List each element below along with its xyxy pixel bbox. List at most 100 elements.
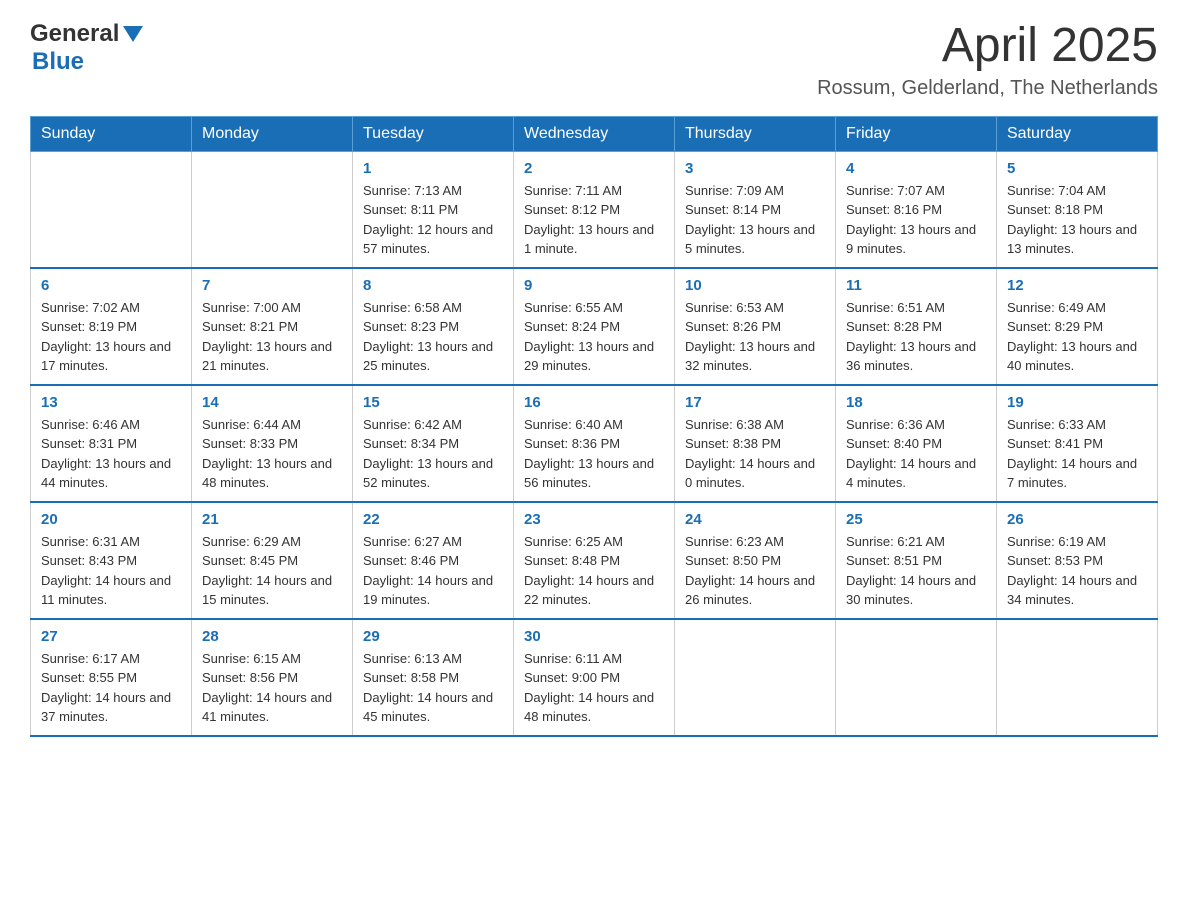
calendar-cell: 5Sunrise: 7:04 AM Sunset: 8:18 PM Daylig… — [997, 151, 1158, 268]
header-friday: Friday — [836, 116, 997, 151]
calendar-cell — [192, 151, 353, 268]
page-header: General Blue April 2025 Rossum, Gelderla… — [30, 20, 1158, 100]
day-info: Sunrise: 7:11 AM Sunset: 8:12 PM Dayligh… — [524, 181, 664, 259]
day-number: 8 — [363, 277, 503, 294]
day-number: 20 — [41, 511, 181, 528]
calendar-cell: 4 Sunrise: 7:07 AM Sunset: 8:16 PM Daylig… — [836, 151, 997, 268]
day-number: 1 — [363, 160, 503, 177]
day-number: 3 — [685, 160, 825, 177]
day-number: 25 — [846, 511, 986, 528]
day-number: 24 — [685, 511, 825, 528]
header-wednesday: Wednesday — [514, 116, 675, 151]
calendar-cell: 26Sunrise: 6:19 AM Sunset: 8:53 PM Dayli… — [997, 502, 1158, 619]
logo-blue-text: Blue — [32, 48, 84, 76]
day-info: Sunrise: 6:23 AM Sunset: 8:50 PM Dayligh… — [685, 532, 825, 610]
day-number: 30 — [524, 628, 664, 645]
day-number: 2 — [524, 160, 664, 177]
day-number: 29 — [363, 628, 503, 645]
calendar-cell: 23 Sunrise: 6:25 AM Sunset: 8:48 PM Dayli… — [514, 502, 675, 619]
day-info: Sunrise: 6:27 AM Sunset: 8:46 PM Dayligh… — [363, 532, 503, 610]
logo: General Blue — [30, 20, 143, 76]
day-info: Sunrise: 6:19 AM Sunset: 8:53 PM Dayligh… — [1007, 532, 1147, 610]
header-thursday: Thursday — [675, 116, 836, 151]
day-info: Sunrise: 6:46 AM Sunset: 8:31 PM Dayligh… — [41, 415, 181, 493]
calendar-cell: 12Sunrise: 6:49 AM Sunset: 8:29 PM Dayli… — [997, 268, 1158, 385]
day-info: Sunrise: 6:15 AM Sunset: 8:56 PM Dayligh… — [202, 649, 342, 727]
day-info: Sunrise: 7:13 AM Sunset: 8:11 PM Dayligh… — [363, 181, 503, 259]
calendar-cell: 15 Sunrise: 6:42 AM Sunset: 8:34 PM Dayli… — [353, 385, 514, 502]
location-subtitle: Rossum, Gelderland, The Netherlands — [817, 77, 1158, 100]
calendar-cell: 21 Sunrise: 6:29 AM Sunset: 8:45 PM Dayli… — [192, 502, 353, 619]
calendar-cell: 28 Sunrise: 6:15 AM Sunset: 8:56 PM Dayli… — [192, 619, 353, 736]
calendar-cell — [836, 619, 997, 736]
header-sunday: Sunday — [31, 116, 192, 151]
day-info: Sunrise: 6:33 AM Sunset: 8:41 PM Dayligh… — [1007, 415, 1147, 493]
calendar-cell — [675, 619, 836, 736]
header-tuesday: Tuesday — [353, 116, 514, 151]
day-info: Sunrise: 6:17 AM Sunset: 8:55 PM Dayligh… — [41, 649, 181, 727]
calendar-cell: 11Sunrise: 6:51 AM Sunset: 8:28 PM Dayli… — [836, 268, 997, 385]
title-block: April 2025 Rossum, Gelderland, The Nethe… — [817, 20, 1158, 100]
day-number: 15 — [363, 394, 503, 411]
day-info: Sunrise: 6:53 AM Sunset: 8:26 PM Dayligh… — [685, 298, 825, 376]
calendar-cell: 7Sunrise: 7:00 AM Sunset: 8:21 PM Daylig… — [192, 268, 353, 385]
day-number: 19 — [1007, 394, 1147, 411]
day-number: 10 — [685, 277, 825, 294]
day-info: Sunrise: 7:07 AM Sunset: 8:16 PM Dayligh… — [846, 181, 986, 259]
day-number: 16 — [524, 394, 664, 411]
day-info: Sunrise: 6:44 AM Sunset: 8:33 PM Dayligh… — [202, 415, 342, 493]
calendar-cell: 22 Sunrise: 6:27 AM Sunset: 8:46 PM Dayli… — [353, 502, 514, 619]
day-number: 12 — [1007, 277, 1147, 294]
calendar-cell: 9 Sunrise: 6:55 AM Sunset: 8:24 PM Daylig… — [514, 268, 675, 385]
calendar-header-row: Sunday Monday Tuesday Wednesday Thursday… — [31, 116, 1158, 151]
day-info: Sunrise: 6:25 AM Sunset: 8:48 PM Dayligh… — [524, 532, 664, 610]
day-number: 5 — [1007, 160, 1147, 177]
calendar-cell: 10 Sunrise: 6:53 AM Sunset: 8:26 PM Dayli… — [675, 268, 836, 385]
calendar-cell — [997, 619, 1158, 736]
day-info: Sunrise: 6:36 AM Sunset: 8:40 PM Dayligh… — [846, 415, 986, 493]
day-number: 22 — [363, 511, 503, 528]
day-info: Sunrise: 6:55 AM Sunset: 8:24 PM Dayligh… — [524, 298, 664, 376]
calendar-table: Sunday Monday Tuesday Wednesday Thursday… — [30, 116, 1158, 737]
day-number: 17 — [685, 394, 825, 411]
day-info: Sunrise: 7:00 AM Sunset: 8:21 PM Dayligh… — [202, 298, 342, 376]
day-number: 6 — [41, 277, 181, 294]
calendar-cell: 27 Sunrise: 6:17 AM Sunset: 8:55 PM Dayli… — [31, 619, 192, 736]
day-number: 9 — [524, 277, 664, 294]
calendar-week-row: 13Sunrise: 6:46 AM Sunset: 8:31 PM Dayli… — [31, 385, 1158, 502]
calendar-week-row: 6 Sunrise: 7:02 AM Sunset: 8:19 PM Daylig… — [31, 268, 1158, 385]
calendar-cell — [31, 151, 192, 268]
day-info: Sunrise: 6:29 AM Sunset: 8:45 PM Dayligh… — [202, 532, 342, 610]
calendar-cell: 30 Sunrise: 6:11 AM Sunset: 9:00 PM Dayli… — [514, 619, 675, 736]
day-number: 14 — [202, 394, 342, 411]
day-info: Sunrise: 6:38 AM Sunset: 8:38 PM Dayligh… — [685, 415, 825, 493]
day-number: 28 — [202, 628, 342, 645]
calendar-cell: 24 Sunrise: 6:23 AM Sunset: 8:50 PM Dayli… — [675, 502, 836, 619]
calendar-cell: 19 Sunrise: 6:33 AM Sunset: 8:41 PM Dayli… — [997, 385, 1158, 502]
day-info: Sunrise: 7:02 AM Sunset: 8:19 PM Dayligh… — [41, 298, 181, 376]
calendar-cell: 17 Sunrise: 6:38 AM Sunset: 8:38 PM Dayli… — [675, 385, 836, 502]
calendar-cell: 8Sunrise: 6:58 AM Sunset: 8:23 PM Daylig… — [353, 268, 514, 385]
day-number: 18 — [846, 394, 986, 411]
calendar-cell: 13Sunrise: 6:46 AM Sunset: 8:31 PM Dayli… — [31, 385, 192, 502]
day-info: Sunrise: 6:13 AM Sunset: 8:58 PM Dayligh… — [363, 649, 503, 727]
day-number: 23 — [524, 511, 664, 528]
day-number: 4 — [846, 160, 986, 177]
calendar-week-row: 27 Sunrise: 6:17 AM Sunset: 8:55 PM Dayli… — [31, 619, 1158, 736]
day-number: 27 — [41, 628, 181, 645]
day-number: 21 — [202, 511, 342, 528]
day-info: Sunrise: 6:11 AM Sunset: 9:00 PM Dayligh… — [524, 649, 664, 727]
calendar-cell: 18 Sunrise: 6:36 AM Sunset: 8:40 PM Dayli… — [836, 385, 997, 502]
day-info: Sunrise: 6:31 AM Sunset: 8:43 PM Dayligh… — [41, 532, 181, 610]
calendar-cell: 3Sunrise: 7:09 AM Sunset: 8:14 PM Daylig… — [675, 151, 836, 268]
calendar-cell: 29 Sunrise: 6:13 AM Sunset: 8:58 PM Dayli… — [353, 619, 514, 736]
day-info: Sunrise: 6:42 AM Sunset: 8:34 PM Dayligh… — [363, 415, 503, 493]
calendar-cell: 2 Sunrise: 7:11 AM Sunset: 8:12 PM Daylig… — [514, 151, 675, 268]
day-info: Sunrise: 6:40 AM Sunset: 8:36 PM Dayligh… — [524, 415, 664, 493]
calendar-cell: 1 Sunrise: 7:13 AM Sunset: 8:11 PM Daylig… — [353, 151, 514, 268]
calendar-week-row: 20 Sunrise: 6:31 AM Sunset: 8:43 PM Dayli… — [31, 502, 1158, 619]
header-monday: Monday — [192, 116, 353, 151]
header-saturday: Saturday — [997, 116, 1158, 151]
day-info: Sunrise: 6:51 AM Sunset: 8:28 PM Dayligh… — [846, 298, 986, 376]
calendar-cell: 16 Sunrise: 6:40 AM Sunset: 8:36 PM Dayli… — [514, 385, 675, 502]
